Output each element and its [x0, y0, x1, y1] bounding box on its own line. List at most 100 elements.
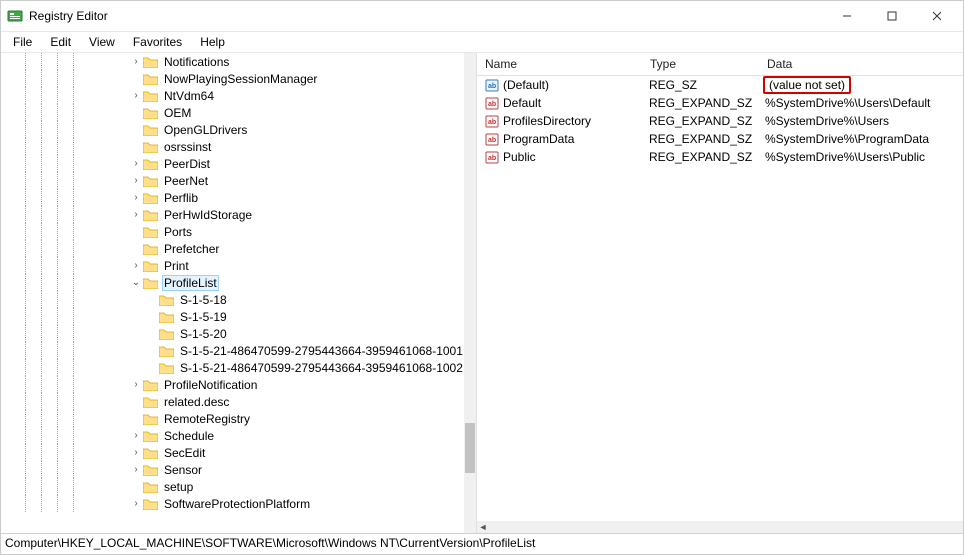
tree-expander-icon[interactable]: ›: [129, 90, 143, 101]
tree-indent: [1, 138, 17, 155]
tree-indent: [65, 393, 81, 410]
tree-expander-icon[interactable]: ›: [129, 498, 143, 509]
tree-indent: [113, 325, 129, 342]
menu-file[interactable]: File: [5, 33, 40, 51]
tree-node[interactable]: Prefetcher: [1, 240, 464, 257]
tree-indent: [65, 257, 81, 274]
reg-string-icon: [485, 114, 499, 128]
tree-indent: [1, 342, 17, 359]
tree-expander-icon[interactable]: ›: [129, 464, 143, 475]
tree-node[interactable]: S-1-5-21-486470599-2795443664-3959461068…: [1, 342, 464, 359]
tree-indent: [65, 138, 81, 155]
tree-node[interactable]: › PerHwIdStorage: [1, 206, 464, 223]
tree-node[interactable]: osrssinst: [1, 138, 464, 155]
tree-indent: [33, 495, 49, 512]
tree-indent: [129, 359, 145, 376]
tree-node[interactable]: RemoteRegistry: [1, 410, 464, 427]
values-list[interactable]: (Default)REG_SZ(value not set)DefaultREG…: [477, 76, 963, 521]
header-type[interactable]: Type: [642, 54, 759, 74]
tree-node[interactable]: NowPlayingSessionManager: [1, 70, 464, 87]
values-hscroll[interactable]: ◄: [477, 521, 963, 533]
tree-indent: [81, 274, 97, 291]
tree-expander-icon[interactable]: ›: [129, 209, 143, 220]
folder-icon: [143, 90, 158, 102]
tree-node[interactable]: Ports: [1, 223, 464, 240]
value-data-highlight: (value not set): [763, 76, 851, 94]
tree-indent: [81, 53, 97, 70]
tree-node-label: PerHwIdStorage: [162, 208, 254, 222]
tree-expander-icon[interactable]: ⌄: [129, 277, 143, 288]
tree-node[interactable]: ›PeerDist: [1, 155, 464, 172]
header-name[interactable]: Name: [477, 54, 642, 74]
tree-indent: [1, 444, 17, 461]
tree-indent: [1, 53, 17, 70]
tree-view[interactable]: ›NotificationsNowPlayingSessionManager›N…: [1, 53, 464, 533]
scrollbar-thumb[interactable]: [465, 423, 475, 473]
tree-indent: [33, 376, 49, 393]
tree-indent: [17, 172, 33, 189]
tree-node[interactable]: ›Notifications: [1, 53, 464, 70]
tree-expander-icon[interactable]: ›: [129, 56, 143, 67]
tree-indent: [65, 53, 81, 70]
maximize-button[interactable]: [869, 2, 914, 30]
tree-node[interactable]: › Sensor: [1, 461, 464, 478]
tree-expander-icon[interactable]: ›: [129, 430, 143, 441]
tree-indent: [1, 478, 17, 495]
tree-node[interactable]: ›ProfileNotification: [1, 376, 464, 393]
value-row[interactable]: ProfilesDirectoryREG_EXPAND_SZ%SystemDri…: [477, 112, 963, 130]
tree-node-label: Prefetcher: [162, 242, 221, 256]
tree-indent: [81, 257, 97, 274]
tree-node[interactable]: ⌄ ProfileList: [1, 274, 464, 291]
tree-node[interactable]: ›Perflib: [1, 189, 464, 206]
tree-node-label: ProfileList: [162, 275, 219, 291]
tree-node[interactable]: ›SecEdit: [1, 444, 464, 461]
tree-node[interactable]: ›Schedule: [1, 427, 464, 444]
tree-indent: [113, 223, 129, 240]
tree-indent: [49, 478, 65, 495]
tree-node[interactable]: S-1-5-18: [1, 291, 464, 308]
value-row[interactable]: ProgramDataREG_EXPAND_SZ%SystemDrive%\Pr…: [477, 130, 963, 148]
value-row[interactable]: (Default)REG_SZ(value not set): [477, 76, 963, 94]
tree-expander-icon[interactable]: ›: [129, 175, 143, 186]
tree-node[interactable]: OpenGLDrivers: [1, 121, 464, 138]
tree-node[interactable]: S-1-5-19: [1, 308, 464, 325]
value-row[interactable]: DefaultREG_EXPAND_SZ%SystemDrive%\Users\…: [477, 94, 963, 112]
tree-indent: [81, 427, 97, 444]
tree-expander-icon[interactable]: ›: [129, 158, 143, 169]
tree-scrollbar[interactable]: [464, 53, 476, 533]
tree-node-label: Sensor: [162, 463, 204, 477]
tree-indent: [49, 138, 65, 155]
tree-node[interactable]: S-1-5-20: [1, 325, 464, 342]
tree-node[interactable]: related.desc: [1, 393, 464, 410]
tree-node[interactable]: ›PeerNet: [1, 172, 464, 189]
tree-node[interactable]: ›Print: [1, 257, 464, 274]
tree-indent: [81, 189, 97, 206]
tree-node[interactable]: setup: [1, 478, 464, 495]
tree-indent: [49, 257, 65, 274]
tree-expander-icon[interactable]: ›: [129, 447, 143, 458]
tree-indent: [97, 172, 113, 189]
tree-node[interactable]: › SoftwareProtectionPlatform: [1, 495, 464, 512]
tree-expander-icon[interactable]: ›: [129, 192, 143, 203]
close-button[interactable]: [914, 2, 959, 30]
tree-node[interactable]: ›NtVdm64: [1, 87, 464, 104]
minimize-button[interactable]: [824, 2, 869, 30]
menu-view[interactable]: View: [81, 33, 123, 51]
tree-indent: [81, 138, 97, 155]
tree-indent: [129, 291, 145, 308]
tree-node[interactable]: S-1-5-21-486470599-2795443664-3959461068…: [1, 359, 464, 376]
tree-expander-icon[interactable]: ›: [129, 379, 143, 390]
value-data: %SystemDrive%\ProgramData: [765, 132, 929, 146]
hscroll-left-icon[interactable]: ◄: [477, 521, 489, 533]
tree-node[interactable]: OEM: [1, 104, 464, 121]
menu-help[interactable]: Help: [192, 33, 233, 51]
value-row[interactable]: PublicREG_EXPAND_SZ%SystemDrive%\Users\P…: [477, 148, 963, 166]
tree-node-label: SoftwareProtectionPlatform: [162, 497, 312, 511]
tree-indent: [97, 444, 113, 461]
menu-favorites[interactable]: Favorites: [125, 33, 190, 51]
tree-indent: [113, 104, 129, 121]
tree-indent: [1, 325, 17, 342]
tree-expander-icon[interactable]: ›: [129, 260, 143, 271]
menu-edit[interactable]: Edit: [42, 33, 79, 51]
header-data[interactable]: Data: [759, 54, 963, 74]
